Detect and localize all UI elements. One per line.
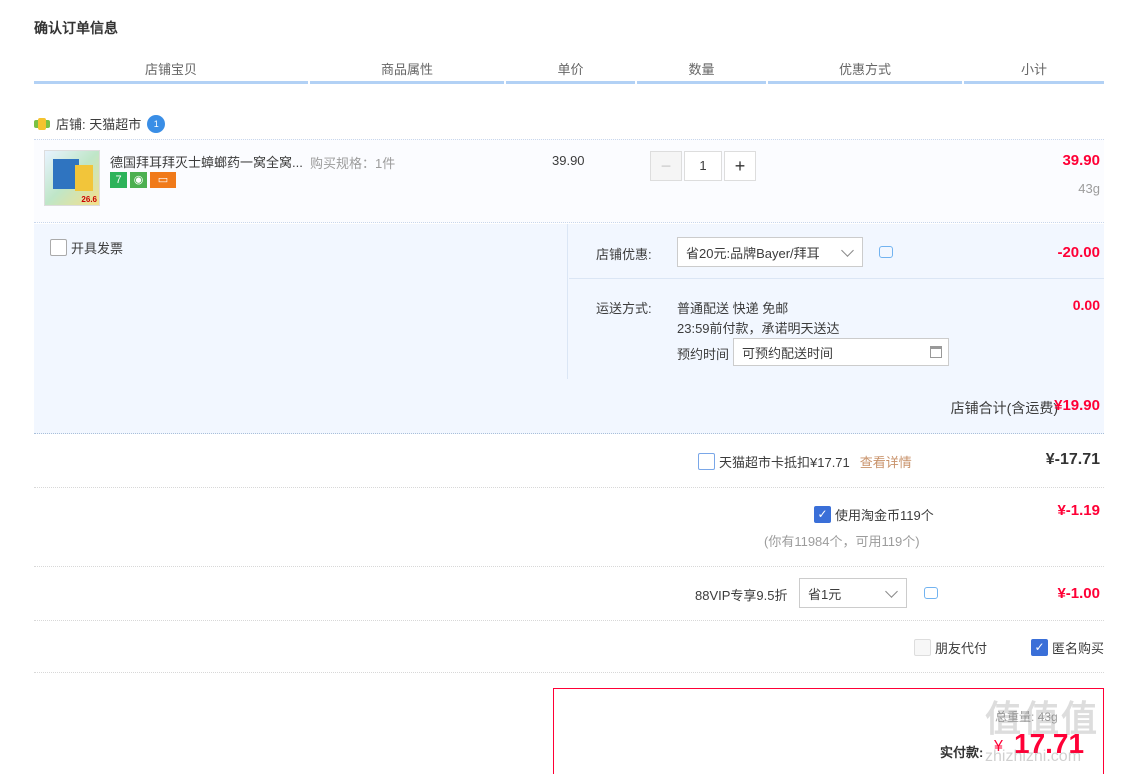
unit-price: 39.90	[552, 153, 585, 168]
chevron-down-icon	[841, 243, 854, 257]
coins-option[interactable]: ✓ 使用淘金币119个	[814, 505, 934, 524]
product-spec: 购买规格：1件	[310, 156, 396, 171]
divider	[34, 487, 1104, 488]
page-title: 确认订单信息	[34, 20, 118, 36]
product-thumbnail[interactable]: 26.6	[44, 150, 100, 206]
wangwang-chat-icon[interactable]: 1	[147, 114, 166, 133]
shipping-note: 23:59前付款，承诺明天送达	[677, 321, 840, 336]
product-tags: 7 ◉ ▭	[110, 172, 179, 188]
divider	[34, 566, 1104, 567]
header-discount: 优惠方式	[768, 62, 962, 84]
pay-label: 实付款:	[940, 745, 984, 760]
friend-pay-option[interactable]: 朋友代付	[914, 638, 987, 657]
tag-card-icon: ▭	[150, 172, 176, 188]
shop-row: 店铺: 天猫超市 1	[34, 114, 166, 133]
schedule-time-input[interactable]: 可预约配送时间	[733, 338, 949, 366]
shipping-amount: 0.00	[1072, 297, 1100, 313]
watermark-logo: 值值值	[985, 698, 1100, 739]
quantity-input[interactable]: 1	[684, 151, 722, 181]
invoice-label: 开具发票	[71, 241, 124, 256]
calendar-icon[interactable]	[930, 346, 942, 358]
tmall-card-label: 天猫超市卡抵扣¥17.71	[719, 455, 850, 470]
header-attributes: 商品属性	[310, 62, 504, 84]
watermark-url: zhizhizhi.com	[985, 748, 1082, 765]
schedule-placeholder: 可预约配送时间	[742, 345, 834, 361]
coins-checkbox[interactable]: ✓	[814, 506, 831, 523]
quantity-plus-button[interactable]: +	[724, 151, 756, 181]
shop-discount-amount: -20.00	[1057, 244, 1100, 261]
vip-discount-select[interactable]: 省1元	[799, 578, 907, 608]
friend-pay-checkbox[interactable]	[914, 639, 931, 656]
shop-total-amount: ¥19.90	[1054, 397, 1100, 414]
vip-amount: ¥-1.00	[1057, 585, 1100, 602]
shipping-label: 运送方式:	[596, 301, 652, 316]
coins-note: (你有11984个，可用119个)	[764, 534, 920, 549]
shop-name[interactable]: 店铺: 天猫超市	[56, 114, 141, 133]
divider	[34, 672, 1104, 673]
tmall-card-amount: ¥-17.71	[1045, 451, 1100, 468]
tmall-card-checkbox[interactable]	[698, 453, 715, 470]
item-subtotal: 39.90	[1062, 152, 1100, 169]
schedule-label: 预约时间	[677, 347, 730, 362]
vip-discount-value: 省1元	[808, 586, 842, 602]
thumb-price-label: 26.6	[81, 195, 97, 204]
friend-pay-label: 朋友代付	[935, 641, 988, 656]
invoice-checkbox[interactable]	[50, 239, 67, 256]
tmall-card-option[interactable]: 天猫超市卡抵扣¥17.71 查看详情	[698, 452, 912, 471]
quantity-stepper: − 1 +	[650, 151, 756, 181]
header-quantity: 数量	[637, 62, 766, 84]
anonymous-option[interactable]: ✓ 匿名购买	[1031, 638, 1104, 657]
header-shop-item: 店铺宝贝	[34, 62, 308, 84]
header-subtotal: 小计	[964, 62, 1104, 84]
anonymous-label: 匿名购买	[1052, 641, 1105, 656]
message-icon[interactable]	[879, 246, 893, 258]
coins-amount: ¥-1.19	[1057, 502, 1100, 519]
shop-discount-value: 省20元:品牌Bayer/拜耳	[686, 245, 820, 261]
chevron-down-icon	[885, 584, 898, 598]
invoice-option[interactable]: 开具发票	[50, 238, 123, 257]
table-header: 店铺宝贝 商品属性 单价 数量 优惠方式 小计	[34, 62, 1104, 84]
shop-discount-label: 店铺优惠:	[596, 247, 652, 262]
shop-total-row	[34, 379, 1104, 434]
coins-label: 使用淘金币119个	[835, 508, 934, 523]
shop-discount-select[interactable]: 省20元:品牌Bayer/拜耳	[677, 237, 863, 267]
tmall-card-details-link[interactable]: 查看详情	[860, 452, 912, 471]
tag-7day-return-icon: 7	[110, 172, 127, 188]
anonymous-checkbox[interactable]: ✓	[1031, 639, 1048, 656]
shipping-method: 普通配送 快递 免邮	[677, 301, 789, 316]
tag-quality-icon: ◉	[130, 172, 147, 188]
message-icon[interactable]	[924, 587, 938, 599]
quantity-minus-button[interactable]: −	[650, 151, 682, 181]
vip-label: 88VIP专享9.5折	[695, 588, 788, 603]
item-weight: 43g	[1078, 181, 1100, 196]
header-unit-price: 单价	[506, 62, 635, 84]
product-name-link[interactable]: 德国拜耳拜灭士蟑螂药一窝全窝...	[110, 152, 306, 171]
shop-icon	[34, 117, 50, 130]
shop-total-label: 店铺合计(含运费)	[950, 400, 1058, 416]
divider	[34, 620, 1104, 621]
